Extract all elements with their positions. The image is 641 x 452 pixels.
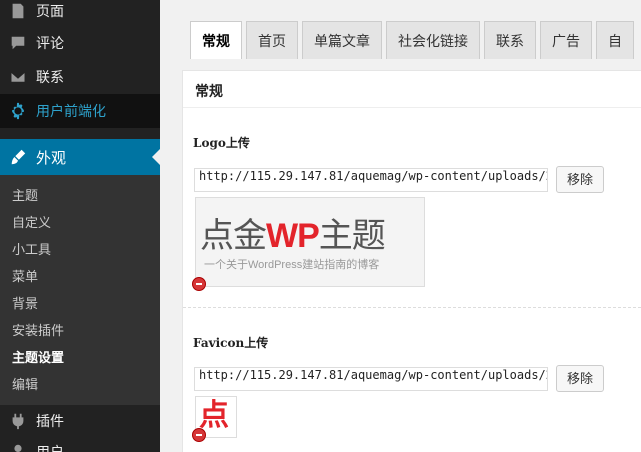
sidebar-item-plugins[interactable]: 插件: [0, 406, 160, 436]
appearance-submenu: 主题 自定义 小工具 菜单 背景 安装插件 主题设置 编辑: [0, 175, 160, 405]
tab-contact[interactable]: 联系: [484, 21, 536, 59]
submenu-item-background[interactable]: 背景: [12, 293, 38, 312]
sidebar-item-label: 插件: [36, 413, 64, 429]
comment-icon: [8, 33, 28, 53]
sidebar-item-users[interactable]: 用户: [0, 440, 160, 452]
user-icon: [8, 442, 28, 452]
sidebar-item-label: 用户前端化: [36, 103, 106, 119]
logo-text-dark: 点金: [200, 217, 267, 255]
logo-preview-wordmark: 点金WP主题: [200, 216, 386, 256]
sidebar-item-frontend[interactable]: 用户前端化: [0, 94, 160, 128]
sidebar-item-label: 用户: [36, 444, 64, 452]
settings-tabs: 常规 首页 单篇文章 社会化链接 联系 广告 自: [190, 21, 638, 59]
gear-icon: [8, 101, 28, 121]
mail-icon: [8, 67, 28, 87]
sidebar-item-label: 外观: [36, 149, 67, 167]
plugin-icon: [8, 411, 28, 431]
favicon-remove-button[interactable]: 移除: [556, 365, 604, 392]
logo-upload-label: Logo上传: [193, 136, 250, 150]
logo-delete-icon[interactable]: [192, 277, 206, 291]
submenu-item-editor[interactable]: 编辑: [12, 374, 38, 393]
sidebar-item-pages[interactable]: 页面: [0, 0, 160, 22]
tab-overflow[interactable]: 自: [596, 21, 634, 59]
favicon-url-input[interactable]: http://115.29.147.81/aquemag/wp-content/…: [194, 367, 548, 391]
submenu-item-themes[interactable]: 主题: [12, 185, 38, 204]
tab-ads[interactable]: 广告: [540, 21, 592, 59]
sidebar-item-label: 联系: [36, 69, 64, 85]
logo-remove-button[interactable]: 移除: [556, 166, 604, 193]
logo-preview-image: 点金WP主题 一个关于WordPress建站指南的博客: [195, 197, 425, 287]
tab-homepage[interactable]: 首页: [246, 21, 298, 59]
tab-social-links[interactable]: 社会化链接: [386, 21, 480, 59]
submenu-item-theme-settings[interactable]: 主题设置: [12, 347, 64, 366]
main-content: 常规 首页 单篇文章 社会化链接 联系 广告 自 常规 Logo上传 http:…: [160, 0, 641, 452]
admin-sidebar: 页面 评论 联系 用户前端化 外观 主题 自定义 小工具 菜单 背景 安装插件 …: [0, 0, 160, 452]
favicon-upload-label: Favicon上传: [193, 336, 269, 350]
settings-panel: 常规 Logo上传 http://115.29.147.81/aquemag/w…: [182, 70, 641, 452]
submenu-item-customize[interactable]: 自定义: [12, 212, 51, 231]
submenu-item-install-plugins[interactable]: 安装插件: [12, 320, 64, 339]
sidebar-item-comments[interactable]: 评论: [0, 30, 160, 56]
tab-general[interactable]: 常规: [190, 21, 242, 59]
logo-url-input[interactable]: http://115.29.147.81/aquemag/wp-content/…: [194, 168, 548, 192]
logo-text-red: WP: [266, 217, 320, 255]
panel-divider: [183, 107, 641, 108]
sidebar-item-appearance[interactable]: 外观: [0, 139, 160, 175]
sidebar-item-contact[interactable]: 联系: [0, 64, 160, 90]
tab-single-post[interactable]: 单篇文章: [302, 21, 382, 59]
favicon-preview-char: 点: [199, 399, 229, 432]
pages-icon: [8, 1, 28, 21]
panel-title: 常规: [195, 83, 223, 99]
submenu-item-widgets[interactable]: 小工具: [12, 239, 51, 258]
brush-icon: [8, 147, 28, 167]
section-divider: [183, 307, 641, 308]
sidebar-item-label: 页面: [36, 3, 64, 19]
sidebar-item-label: 评论: [36, 35, 64, 51]
favicon-delete-icon[interactable]: [192, 428, 206, 442]
logo-preview-subtitle: 一个关于WordPress建站指南的博客: [204, 259, 380, 271]
submenu-item-menus[interactable]: 菜单: [12, 266, 38, 285]
logo-text-dark-2: 主题: [318, 217, 386, 255]
